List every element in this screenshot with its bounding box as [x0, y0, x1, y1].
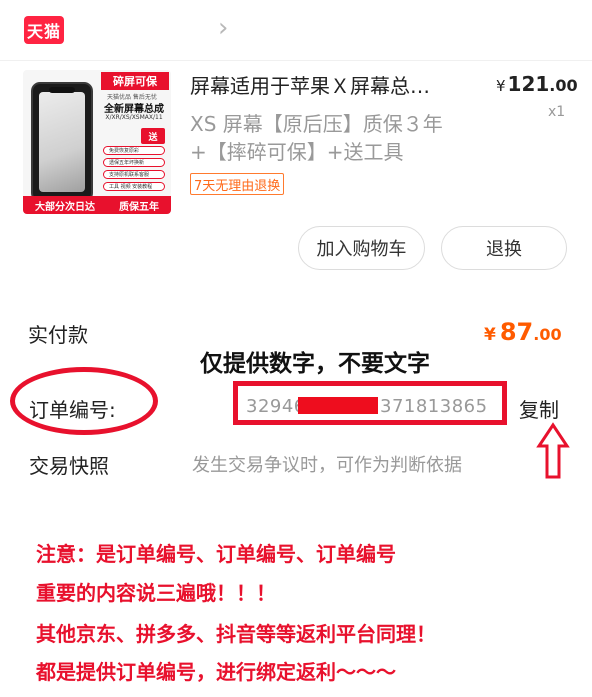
note-line: 注意：是订单编号、订单编号、订单编号	[36, 542, 396, 566]
paid-amount: ¥87.00	[484, 318, 562, 346]
thumb-badge: 碎屏可保	[101, 72, 169, 90]
paid-symbol: ¥	[484, 325, 496, 345]
quantity: x1	[548, 104, 566, 120]
paid-dec: .00	[533, 325, 562, 344]
return-tag: 7天无理由退换	[190, 173, 285, 195]
phone-image	[31, 82, 93, 202]
paid-int: 87	[499, 318, 534, 346]
product-thumbnail[interactable]: 碎屏可保 天猫优品 售后无忧 全新屏幕总成 X/XR/XS/XSMAX/11 送…	[23, 70, 171, 214]
copy-button[interactable]: 复制	[519, 394, 559, 423]
price-symbol: ¥	[496, 77, 506, 95]
spec-line-1: XS 屏幕【原后压】质保３年	[190, 112, 443, 136]
highlight-box	[233, 381, 507, 425]
trade-snapshot-desc: 发生交易争议时，可作为判断依据	[192, 455, 462, 476]
product-price: ¥121.00	[496, 72, 578, 96]
thumb-title: 全新屏幕总成	[104, 104, 164, 115]
annotation-note: 仅提供数字，不要文字	[200, 351, 430, 377]
thumb-feature: 透保五年坏换新	[103, 158, 165, 167]
note-line: 都是提供订单编号，进行绑定返利～～～	[36, 660, 396, 684]
thumb-models: X/XR/XS/XSMAX/11	[105, 114, 163, 121]
thumb-feature: 免费恢复原彩	[103, 146, 165, 155]
product-title[interactable]: 屏幕适用于苹果Ｘ屏幕总…	[190, 70, 470, 99]
thumb-send-badge: 送	[141, 128, 165, 144]
highlight-ellipse	[10, 367, 158, 435]
thumb-bottom-bar: 大部分次日达 质保五年	[23, 196, 171, 214]
thumb-feature: 支持原机联系客服	[103, 170, 165, 179]
thumb-bottom-left: 大部分次日达	[35, 201, 95, 213]
trade-snapshot-label[interactable]: 交易快照	[29, 450, 109, 479]
paid-label: 实付款	[28, 323, 88, 347]
thumb-bottom-right: 质保五年	[119, 201, 159, 213]
note-line: 重要的内容说三遍哦！！！	[36, 581, 276, 605]
arrow-up-icon	[536, 422, 570, 484]
spec-line-2: +【摔碎可保】+送工具	[190, 140, 404, 164]
chevron-right-icon[interactable]: ›	[218, 14, 228, 42]
price-dec: .00	[549, 76, 578, 95]
divider	[0, 60, 592, 61]
price-int: 121	[507, 72, 550, 96]
tmall-logo[interactable]: 天猫	[24, 16, 64, 44]
thumb-feature: 工具 视频 安装教程	[103, 182, 165, 191]
product-spec: XS 屏幕【原后压】质保３年 +【摔碎可保】+送工具	[190, 110, 480, 166]
add-to-cart-button[interactable]: 加入购物车	[298, 226, 425, 270]
refund-button[interactable]: 退换	[441, 226, 567, 270]
note-line: 其他京东、拼多多、抖音等等返利平台同理！	[36, 622, 436, 646]
